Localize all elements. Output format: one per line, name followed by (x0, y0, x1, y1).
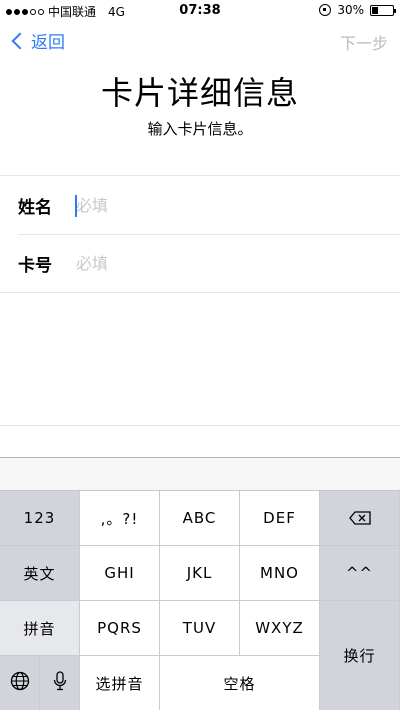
globe-key[interactable] (0, 656, 40, 710)
status-right: 30% (319, 3, 396, 17)
back-button[interactable]: 返回 (10, 28, 65, 53)
page-title: 卡片详细信息 (100, 74, 299, 112)
delete-icon (348, 511, 371, 525)
keyboard-keys: 123 ,。?! ABC DEF 英文 GHI JKL MNO ^^ 拼音 PQ… (0, 491, 400, 710)
card-number-field[interactable] (76, 253, 400, 273)
key-select-pinyin[interactable]: 选拼音 (80, 656, 160, 710)
battery-fill (372, 6, 378, 14)
back-button-label: 返回 (31, 33, 65, 53)
key-wxyz[interactable]: WXYZ (240, 601, 320, 656)
orientation-lock-icon (319, 4, 332, 16)
key-tuv[interactable]: TUV (160, 601, 240, 656)
name-field[interactable] (76, 195, 400, 215)
key-pqrs[interactable]: PQRS (80, 601, 160, 656)
keyboard: 123 ,。?! ABC DEF 英文 GHI JKL MNO ^^ 拼音 PQ… (0, 457, 400, 710)
candidate-bar (0, 458, 400, 491)
delete-key[interactable] (320, 491, 400, 546)
navigation-bar: 返回 下一步 (0, 22, 400, 62)
form-bottom-divider (0, 292, 400, 293)
battery-percent: 30% (337, 3, 364, 17)
key-ghi[interactable]: GHI (80, 546, 160, 601)
chevron-left-icon (11, 32, 29, 49)
space-key[interactable]: 空格 (160, 656, 320, 710)
status-bar: 中国联通 4G 07:38 30% (0, 0, 400, 22)
card-details-form: 姓名 卡号 (0, 175, 400, 293)
key-abc[interactable]: ABC (160, 491, 240, 546)
text-cursor (75, 195, 77, 217)
key-def[interactable]: DEF (240, 491, 320, 546)
key-123[interactable]: 123 (0, 491, 80, 546)
key-punctuation[interactable]: ,。?! (80, 491, 160, 546)
next-button[interactable]: 下一步 (340, 30, 388, 54)
key-emoticon[interactable]: ^^ (320, 546, 400, 601)
card-number-label: 卡号 (18, 255, 52, 276)
key-english[interactable]: 英文 (0, 546, 80, 601)
key-pinyin[interactable]: 拼音 (0, 601, 80, 656)
microphone-key[interactable] (40, 656, 80, 710)
globe-icon (10, 671, 30, 695)
card-number-row: 卡号 (0, 234, 400, 292)
page-subtitle: 输入卡片信息。 (147, 120, 253, 138)
key-mno[interactable]: MNO (240, 546, 320, 601)
content-divider (0, 425, 400, 426)
name-label: 姓名 (18, 197, 52, 218)
key-jkl[interactable]: JKL (160, 546, 240, 601)
return-key[interactable]: 换行 (320, 601, 400, 710)
microphone-icon (53, 671, 67, 695)
name-row: 姓名 (0, 176, 400, 234)
battery-icon (370, 4, 396, 16)
